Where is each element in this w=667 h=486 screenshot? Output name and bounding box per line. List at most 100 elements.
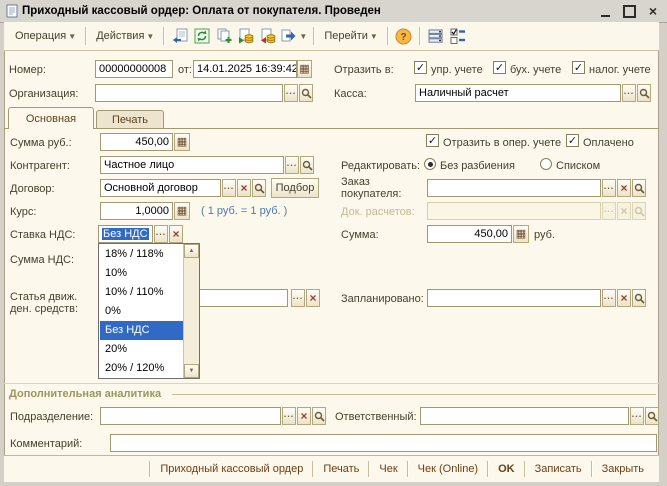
contract-find-button[interactable]	[252, 179, 266, 197]
planned-open-button[interactable]: ...	[602, 289, 616, 307]
edit-no-split-radio[interactable]	[424, 158, 436, 170]
vat-option-selected[interactable]: Без НДС	[100, 321, 184, 340]
ellipsis-icon: ...	[287, 160, 298, 166]
close-button[interactable]: ×	[645, 3, 661, 19]
book-accounting-checkbox[interactable]: ✓	[493, 61, 506, 74]
magnifier-icon	[639, 88, 650, 99]
actions-menu[interactable]: Действия▼	[91, 28, 159, 44]
unpost-document-icon[interactable]	[258, 26, 278, 46]
help-icon[interactable]: ?	[394, 26, 414, 46]
planned-clear-button[interactable]: ×	[617, 289, 631, 307]
vat-rate-field[interactable]: Без НДС	[98, 225, 153, 243]
counterparty-field[interactable]: Частное лицо	[100, 156, 284, 174]
vat-option[interactable]: 20% / 120%	[100, 359, 184, 378]
planned-find-button[interactable]	[632, 289, 646, 307]
counterparty-open-button[interactable]: ...	[285, 156, 299, 174]
vat-option[interactable]: 10% / 110%	[100, 283, 184, 302]
title-bar[interactable]: Приходный кассовый ордер: Оплата от поку…	[0, 0, 667, 23]
cashflow-open-button[interactable]: ...	[291, 289, 305, 307]
department-find-button[interactable]	[312, 407, 326, 425]
paid-checkbox[interactable]: ✓	[566, 134, 579, 147]
sum-rub-calc-button[interactable]: ▦	[174, 133, 190, 151]
organization-label: Организация:	[9, 88, 78, 100]
check-online-button[interactable]: Чек (Online)	[409, 463, 487, 475]
scroll-up-button[interactable]: ▲	[184, 244, 199, 258]
dropdown-scrollbar[interactable]: ▲ ▼	[183, 244, 199, 378]
table-settings-icon[interactable]	[426, 26, 446, 46]
vat-rate-clear-button[interactable]: ×	[169, 225, 183, 243]
comment-field[interactable]	[110, 434, 657, 452]
order-open-button[interactable]: ...	[602, 179, 616, 197]
calculator-icon: ▦	[177, 206, 187, 216]
vat-option[interactable]: 10%	[100, 264, 184, 283]
cashflow-clear-button[interactable]: ×	[306, 289, 320, 307]
vat-option[interactable]: 0%	[100, 302, 184, 321]
ellipsis-icon: ...	[632, 411, 643, 417]
vat-rate-open-button[interactable]: ...	[154, 225, 168, 243]
tab-print[interactable]: Печать	[96, 110, 164, 129]
scroll-down-button[interactable]: ▼	[184, 364, 199, 378]
calendar-button[interactable]: ▦	[297, 60, 312, 78]
goto-menu[interactable]: Перейти▼	[319, 28, 383, 44]
tab-main[interactable]: Основная	[8, 107, 94, 129]
vat-option[interactable]: 18% / 118%	[100, 245, 184, 264]
responsible-open-button[interactable]: ...	[630, 407, 644, 425]
check-button[interactable]: Чек	[370, 463, 406, 475]
organization-find-button[interactable]	[299, 84, 313, 102]
planned-field[interactable]	[427, 289, 601, 307]
department-clear-button[interactable]: ×	[297, 407, 311, 425]
post-document-icon[interactable]	[236, 26, 256, 46]
clear-icon: ×	[620, 206, 627, 216]
contract-clear-button[interactable]: ×	[237, 179, 251, 197]
write-icon[interactable]	[170, 26, 190, 46]
cashflow-label-line1: Статья движ.	[10, 291, 77, 303]
kassa-field[interactable]: Наличный расчет	[415, 84, 621, 102]
settlement-doc-label: Док. расчетов:	[341, 206, 415, 218]
kassa-find-button[interactable]	[637, 84, 651, 102]
magnifier-icon	[647, 411, 658, 422]
responsible-find-button[interactable]	[645, 407, 659, 425]
sum-label: Сумма:	[341, 229, 379, 241]
order-find-button[interactable]	[632, 179, 646, 197]
organization-field[interactable]	[95, 84, 283, 102]
sum-field[interactable]: 450,00	[427, 225, 512, 243]
ok-button[interactable]: OK	[489, 463, 524, 475]
department-field[interactable]	[100, 407, 281, 425]
maximize-button[interactable]	[621, 3, 637, 19]
cash-order-button[interactable]: Приходный кассовый ордер	[151, 463, 312, 475]
oper-accounting-checkbox[interactable]: ✓	[426, 134, 439, 147]
management-accounting-checkbox[interactable]: ✓	[414, 61, 427, 74]
kassa-open-button[interactable]: ...	[622, 84, 636, 102]
save-button[interactable]: Записать	[526, 463, 591, 475]
close-form-button[interactable]: Закрыть	[593, 463, 653, 475]
sum-calc-button[interactable]: ▦	[513, 225, 529, 243]
vat-option[interactable]: 20%	[100, 340, 184, 359]
magnifier-icon	[314, 411, 325, 422]
date-field[interactable]: 14.01.2025 16:39:42	[193, 60, 297, 78]
order-clear-button[interactable]: ×	[617, 179, 631, 197]
rate-field[interactable]: 1,0000	[100, 202, 173, 220]
contract-open-button[interactable]: ...	[222, 179, 236, 197]
rate-calc-button[interactable]: ▦	[174, 202, 190, 220]
sum-rub-field[interactable]: 450,00	[100, 133, 173, 151]
minimize-button[interactable]	[597, 3, 613, 19]
customer-order-field[interactable]	[427, 179, 601, 197]
oper-accounting-label: Отразить в опер. учете	[443, 137, 561, 149]
list-setup-icon[interactable]	[448, 26, 468, 46]
contract-field[interactable]: Основной договор	[100, 179, 221, 197]
organization-open-button[interactable]: ...	[284, 84, 298, 102]
tab-panel-border	[4, 128, 659, 129]
input-on-basis-icon[interactable]: ▼	[280, 26, 308, 46]
department-open-button[interactable]: ...	[282, 407, 296, 425]
edit-list-radio[interactable]	[540, 158, 552, 170]
refresh-icon[interactable]	[192, 26, 212, 46]
counterparty-find-button[interactable]	[300, 156, 314, 174]
tax-accounting-checkbox[interactable]: ✓	[572, 61, 585, 74]
pick-button[interactable]: Подбор	[271, 178, 319, 198]
number-field[interactable]: 00000000008	[95, 60, 173, 78]
responsible-field[interactable]	[420, 407, 629, 425]
print-button[interactable]: Печать	[314, 463, 368, 475]
operation-menu[interactable]: Операция▼	[10, 28, 81, 44]
ellipsis-icon: ...	[604, 293, 615, 299]
copy-icon[interactable]	[214, 26, 234, 46]
